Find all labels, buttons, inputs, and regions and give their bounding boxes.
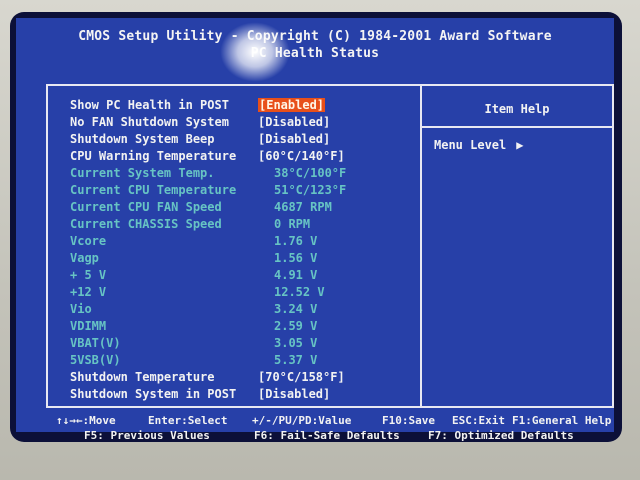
setting-row[interactable]: CPU Warning Temperature [60°C/140°F]	[48, 149, 418, 165]
triangle-right-icon: ▶	[516, 138, 524, 152]
footer-move: ↑↓→←:Move	[56, 414, 116, 427]
footer-save: F10:Save	[382, 414, 435, 427]
footer-failsafe-defaults: F6: Fail-Safe Defaults	[254, 429, 400, 442]
setting-row: 5VSB(V) 5.37 V	[48, 353, 418, 369]
setting-row: Current CHASSIS Speed 0 RPM	[48, 217, 418, 233]
panel-divider	[420, 86, 422, 406]
setting-reading: 4687 RPM	[274, 200, 332, 214]
setting-row: Current CPU Temperature 51°C/123°F	[48, 183, 418, 199]
setting-row: + 5 V 4.91 V	[48, 268, 418, 284]
setting-row[interactable]: Shutdown System Beep [Disabled]	[48, 132, 418, 148]
footer-value: +/-/PU/PD:Value	[252, 414, 352, 427]
setting-reading: 51°C/123°F	[274, 183, 347, 197]
setting-row: Current System Temp. 38°C/100°F	[48, 166, 418, 182]
setting-label: VBAT(V)	[70, 336, 121, 350]
setting-reading: 5.37 V	[274, 353, 318, 367]
setting-label: Current CPU FAN Speed	[70, 200, 222, 214]
item-help-title: Item Help	[484, 102, 550, 116]
setting-reading: 3.05 V	[274, 336, 318, 350]
setting-label: Shutdown System in POST	[70, 387, 237, 401]
help-separator	[422, 126, 612, 128]
setting-value[interactable]: [Disabled]	[258, 387, 330, 401]
bios-setup-screen: CMOS Setup Utility - Copyright (C) 1984-…	[16, 18, 614, 442]
setting-value[interactable]: [Disabled]	[258, 132, 330, 146]
setting-row: Vagp 1.56 V	[48, 251, 418, 267]
footer-previous-values: F5: Previous Values	[84, 429, 210, 442]
setting-label: +12 V	[70, 285, 107, 299]
setting-label: VDIMM	[70, 319, 107, 333]
setting-label: Vagp	[70, 251, 99, 265]
footer-optimized-defaults: F7: Optimized Defaults	[428, 429, 574, 442]
menu-level-label: Menu Level	[434, 138, 507, 152]
setting-label: Show PC Health in POST	[70, 98, 229, 112]
setting-reading: 2.59 V	[274, 319, 318, 333]
setting-value[interactable]: [Disabled]	[258, 115, 330, 129]
screen-glare	[220, 22, 290, 82]
setting-label: + 5 V	[70, 268, 107, 282]
page-title: PC Health Status	[250, 46, 380, 61]
setting-row: Vcore 1.76 V	[48, 234, 418, 250]
setting-label: Current System Temp.	[70, 166, 215, 180]
setting-label: Shutdown Temperature	[70, 370, 215, 384]
setting-label: Vio	[70, 302, 92, 316]
bios-title: CMOS Setup Utility - Copyright (C) 1984-…	[78, 29, 552, 44]
setting-label: No FAN Shutdown System	[70, 115, 229, 129]
menu-level: Menu Level ▶	[434, 138, 523, 152]
setting-value[interactable]: [70°C/158°F]	[258, 370, 345, 384]
setting-row[interactable]: Show PC Health in POST [Enabled]	[48, 98, 418, 114]
setting-row[interactable]: Shutdown System in POST [Disabled]	[48, 387, 418, 403]
setting-label: 5VSB(V)	[70, 353, 121, 367]
setting-reading: 38°C/100°F	[274, 166, 347, 180]
footer-select: Enter:Select	[148, 414, 228, 427]
setting-reading: 4.91 V	[274, 268, 318, 282]
setting-row: +12 V 12.52 V	[48, 285, 418, 301]
setting-reading: 1.56 V	[274, 251, 318, 265]
setting-label: Current CHASSIS Speed	[70, 217, 222, 231]
setting-label: Current CPU Temperature	[70, 183, 237, 197]
setting-reading: 0 RPM	[274, 217, 311, 231]
setting-label: CPU Warning Temperature	[70, 149, 237, 163]
footer-general-help: F1:General Help	[512, 414, 612, 427]
setting-reading: 3.24 V	[274, 302, 318, 316]
setting-label: Vcore	[70, 234, 107, 248]
setting-value[interactable]: [60°C/140°F]	[258, 149, 345, 163]
setting-value[interactable]: [Enabled]	[258, 98, 326, 112]
footer-exit: ESC:Exit	[452, 414, 505, 427]
monitor-screen: CMOS Setup Utility - Copyright (C) 1984-…	[10, 12, 622, 442]
setting-row: VBAT(V) 3.05 V	[48, 336, 418, 352]
setting-row[interactable]: No FAN Shutdown System [Disabled]	[48, 115, 418, 131]
setting-label: Shutdown System Beep	[70, 132, 215, 146]
bios-header: CMOS Setup Utility - Copyright (C) 1984-…	[16, 28, 614, 62]
setting-reading: 12.52 V	[274, 285, 325, 299]
setting-reading: 1.76 V	[274, 234, 318, 248]
setting-row: VDIMM 2.59 V	[48, 319, 418, 335]
setting-row: Current CPU FAN Speed 4687 RPM	[48, 200, 418, 216]
setting-row[interactable]: Shutdown Temperature [70°C/158°F]	[48, 370, 418, 386]
setting-row: Vio 3.24 V	[48, 302, 418, 318]
settings-panel: Show PC Health in POST [Enabled] No FAN Sh…	[46, 84, 614, 408]
